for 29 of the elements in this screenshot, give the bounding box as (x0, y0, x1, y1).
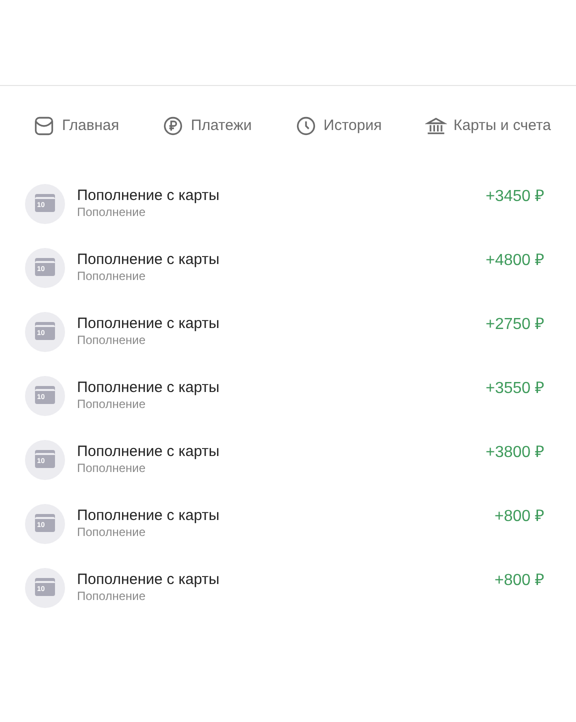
transaction-title: Пополнение с карты (77, 571, 220, 589)
transaction-amount: +800 ₽ (494, 507, 544, 527)
transaction-category: Пополнение (77, 525, 147, 540)
transaction-category: Пополнение (77, 269, 147, 284)
transaction-amount: +3800 ₽ (486, 443, 544, 463)
transaction-amount: +4800 ₽ (486, 251, 544, 271)
transaction-title: Пополнение с карты (77, 379, 220, 397)
transaction-title: Пополнение с карты (77, 507, 220, 525)
nav-tab[interactable]: Главная (33, 114, 120, 138)
transaction-category: Пополнение (77, 397, 147, 412)
transaction-category: Пополнение (77, 333, 147, 348)
transaction-category: Пополнение (77, 461, 147, 476)
transaction-amount: +3550 ₽ (486, 379, 544, 399)
transaction-amount: +800 ₽ (494, 571, 544, 591)
transaction-title: Пополнение с карты (77, 315, 220, 333)
ruble-icon (162, 115, 184, 137)
transaction-category: Пополнение (77, 205, 147, 220)
nav-tab[interactable]: История (294, 114, 382, 138)
bank-icon (424, 115, 446, 137)
wallet-icon (33, 115, 55, 137)
nav-tab[interactable]: Платежи (162, 114, 252, 138)
transaction-title: Пополнение с карты (77, 251, 220, 269)
nav-tab[interactable]: Карты и счета (424, 114, 551, 138)
clock-icon (294, 115, 317, 137)
transaction-amount: +3450 ₽ (486, 187, 544, 207)
transaction-title: Пополнение с карты (77, 187, 220, 205)
transaction-title: Пополнение с карты (77, 443, 220, 461)
transaction-amount: +2750 ₽ (486, 315, 544, 335)
transaction-category: Пополнение (77, 589, 147, 604)
